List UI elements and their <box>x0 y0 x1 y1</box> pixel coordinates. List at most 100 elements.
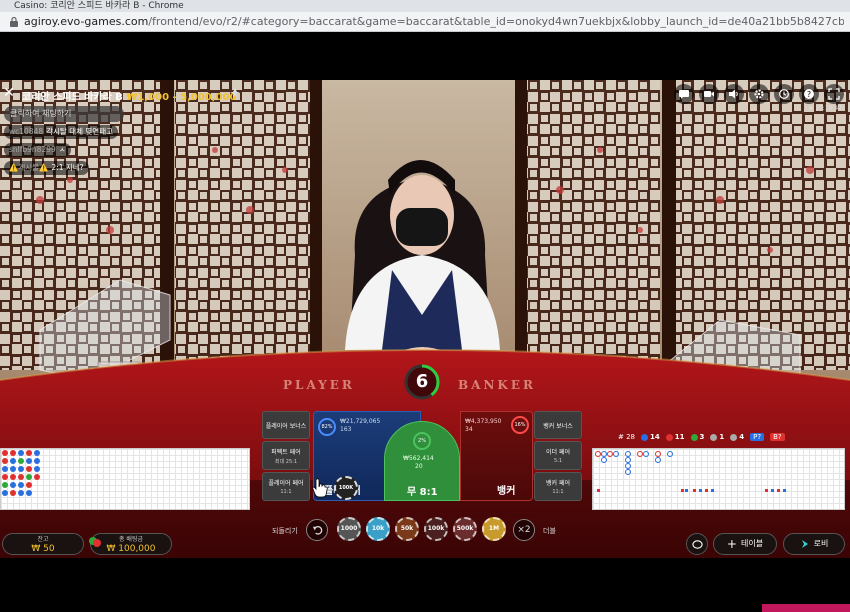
stat-tie-value: 3 <box>699 433 705 441</box>
bead <box>34 474 40 480</box>
chip-10k[interactable]: 10k <box>366 517 390 541</box>
undo-button[interactable] <box>306 519 328 541</box>
chat-bubble-icon <box>691 539 703 549</box>
banker-percentage: 16% <box>511 416 529 434</box>
player-pair-button[interactable]: 플레이어 페어 11:1 <box>262 472 310 501</box>
banker-bet-area[interactable]: ₩4,373,950 34 16% 뱅커 <box>460 411 533 501</box>
road-mark <box>643 451 649 457</box>
tie-dot-icon <box>690 433 698 441</box>
help-button[interactable]: ? <box>799 84 819 104</box>
countdown-number: 6 <box>415 371 429 392</box>
tie-bettor-count: 20 <box>415 463 423 470</box>
total-bet-label: 총 배팅금 <box>119 536 143 543</box>
help-icon: ? <box>804 89 814 99</box>
window-title: Casino: 코리안 스피드 바카라 B - Chrome <box>0 0 850 12</box>
undo-icon <box>312 526 322 535</box>
url-text[interactable]: agiroy.evo-games.com/frontend/evo/r2/#ca… <box>24 15 844 28</box>
video-button[interactable] <box>699 84 719 104</box>
either-pair-odds: 5:1 <box>553 458 563 464</box>
undo-label: 되돌리기 <box>272 527 298 535</box>
bead <box>10 458 16 464</box>
tie-total-bet: ₩562,414 <box>403 455 434 462</box>
ask-player-icon[interactable]: P? <box>750 433 765 441</box>
chat-nick: ⚠️게시물⚠️ <box>9 163 49 172</box>
stat-player: 14 <box>641 433 660 441</box>
bead <box>18 466 24 472</box>
banker-label: 뱅커 <box>497 486 516 497</box>
bead <box>2 450 8 456</box>
chat-button[interactable] <box>674 84 694 104</box>
lock-icon <box>10 16 18 27</box>
chat-text: 각시탈 대체 몇연패고 <box>46 127 113 136</box>
lobby-label: 로비 <box>813 539 829 548</box>
derived-roads <box>597 489 786 492</box>
bead <box>26 466 32 472</box>
banker-bonus-button[interactable]: 뱅커 보너스 <box>534 411 582 439</box>
sound-button[interactable] <box>724 84 744 104</box>
banker-pair-button[interactable]: 뱅커 페어 11:1 <box>534 472 582 501</box>
bead <box>18 474 24 480</box>
bead <box>34 458 40 464</box>
game-viewport: ✕ 코리안 스피드 바카라 B ₩1,000 - 5,000,000 ? # 1… <box>0 80 850 558</box>
double-button[interactable]: ×2 <box>513 519 535 541</box>
lobby-button[interactable]: 로비 <box>783 533 845 555</box>
svg-text:?: ? <box>807 90 811 99</box>
tables-label: 테이블 <box>740 539 764 548</box>
player-pair-label: 플레이어 페어 <box>268 480 304 487</box>
big-road[interactable] <box>592 448 845 510</box>
banker-pair-label: 뱅커 페어 <box>546 480 570 487</box>
video-camera-icon <box>704 91 714 97</box>
bead <box>10 450 16 456</box>
chat-toggle-button[interactable] <box>686 533 708 555</box>
history-button[interactable] <box>774 84 794 104</box>
bead <box>26 450 32 456</box>
bead <box>26 474 32 480</box>
url-path: /frontend/evo/r2/#category=baccarat&game… <box>148 15 844 28</box>
fullscreen-button[interactable] <box>824 84 844 104</box>
banker-pair-dot-icon <box>730 433 738 441</box>
bead <box>2 482 8 488</box>
chip-stack-icon <box>89 537 101 547</box>
bead <box>18 490 24 496</box>
bead <box>2 474 8 480</box>
chat-input[interactable]: 클릭하여 채팅하기 <box>4 106 124 122</box>
stat-player-pair: 1 <box>710 433 724 441</box>
player-percentage: 82% <box>318 418 336 436</box>
bead <box>10 490 16 496</box>
settings-button[interactable] <box>749 84 769 104</box>
road-mark <box>601 457 607 463</box>
bead-road[interactable] <box>0 448 250 510</box>
address-bar[interactable]: agiroy.evo-games.com/frontend/evo/r2/#ca… <box>0 12 850 32</box>
player-bonus-button[interactable]: 플레이어 보너스 <box>262 411 310 439</box>
road-mark <box>613 451 619 457</box>
either-pair-button[interactable]: 이더 페어 5:1 <box>534 441 582 470</box>
placed-chip[interactable]: 100K <box>334 476 358 500</box>
balance-value: ₩ 50 <box>31 544 55 554</box>
favorite-pin-icon[interactable] <box>230 88 240 98</box>
perfect-pair-button[interactable]: 퍼펙트 페어 최대 25:1 <box>262 441 310 470</box>
player-pair-dot-icon <box>710 433 718 441</box>
bead <box>2 466 8 472</box>
tie-bet-area[interactable]: 2% ₩562,414 20 무 8:1 <box>384 421 460 501</box>
road-statistics: # 28 14 11 3 1 4 P? B? <box>618 433 785 441</box>
bead <box>18 450 24 456</box>
tables-button[interactable]: + 테이블 <box>713 533 777 555</box>
table-name: 코리안 스피드 바카라 B <box>22 92 123 103</box>
server-clock: # 17:18:47 <box>808 105 842 112</box>
banker-bonus-label: 뱅커 보너스 <box>543 422 573 430</box>
taskbar-accent <box>762 604 850 612</box>
chip-100k[interactable]: 100k <box>424 517 448 541</box>
gear-icon <box>754 89 764 99</box>
bead <box>34 466 40 472</box>
banker-bettor-count: 34 <box>465 426 473 433</box>
chat-text: 2:1 지네? <box>51 163 84 172</box>
chat-message: wc10848 각시탈 대체 몇연패고 <box>4 125 118 139</box>
ask-banker-icon[interactable]: B? <box>770 433 785 441</box>
close-icon[interactable]: ✕ <box>0 84 18 102</box>
balance-display: 잔고 ₩ 50 <box>2 533 84 555</box>
chip-1m[interactable]: 1M <box>482 517 506 541</box>
either-pair-label: 이더 페어 <box>546 449 570 456</box>
chip-500k[interactable]: 500k <box>453 517 477 541</box>
chip-1000[interactable]: 1000 <box>337 517 361 541</box>
chip-50k[interactable]: 50k <box>395 517 419 541</box>
